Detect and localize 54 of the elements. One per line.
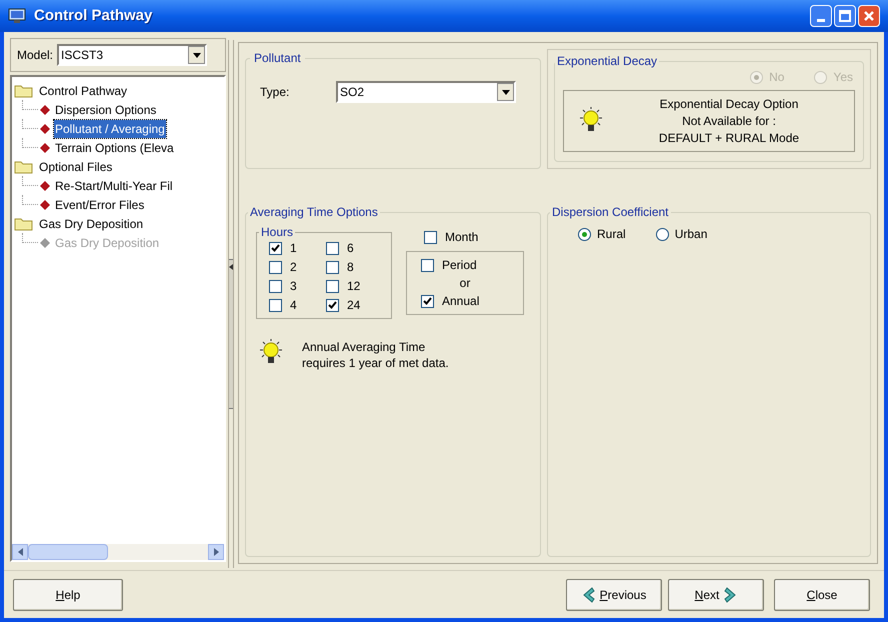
folder-icon: [14, 160, 34, 174]
checkbox[interactable]: 1: [269, 239, 326, 257]
checkbox[interactable]: Annual: [421, 292, 509, 310]
checkbox[interactable]: Period: [421, 256, 509, 274]
pollutant-dropdown[interactable]: SO2: [336, 81, 516, 103]
tree-item[interactable]: Optional Files: [38, 158, 114, 176]
checkbox[interactable]: 6: [326, 239, 383, 257]
type-label: Type:: [260, 84, 290, 101]
scroll-right-icon: [214, 548, 218, 556]
checkbox[interactable]: 8: [326, 258, 383, 276]
tree-item[interactable]: Pollutant / Averaging: [54, 120, 166, 138]
dropdown-arrow-icon: [192, 52, 201, 58]
close-button[interactable]: Close: [774, 578, 870, 610]
collapse-left-icon: [229, 264, 233, 270]
previous-button[interactable]: Previous: [566, 578, 662, 610]
model-label: Model:: [17, 47, 54, 64]
scroll-left-icon: [18, 548, 22, 556]
checkbox[interactable]: 24: [326, 296, 383, 314]
checkmark-icon: [423, 297, 432, 305]
checkbox[interactable]: 3: [269, 277, 326, 295]
app-icon: [8, 8, 26, 24]
scrollbar-thumb[interactable]: [28, 544, 108, 560]
dropdown-arrow-icon: [502, 90, 510, 94]
forward-chevron-icon: [723, 586, 738, 602]
tree-item[interactable]: Control Pathway: [38, 82, 128, 100]
checkbox[interactable]: 2: [269, 258, 326, 276]
back-chevron-icon: [582, 586, 596, 602]
tree-item[interactable]: Gas Dry Deposition: [38, 214, 144, 232]
folder-icon: [14, 84, 34, 98]
close-icon: [863, 10, 875, 22]
tree-item[interactable]: Re-Start/Multi-Year Fil: [54, 176, 174, 194]
checkbox[interactable]: Month: [424, 228, 478, 246]
folder-icon: [14, 216, 34, 230]
checkbox[interactable]: 12: [326, 277, 383, 295]
decay-note: Exponential Decay Option Not Available for : DEFAULT + RURAL Mode: [658, 96, 800, 146]
maximize-button[interactable]: [834, 5, 856, 27]
tree-item[interactable]: Terrain Options (Eleva: [54, 138, 175, 156]
checkmark-icon: [271, 244, 280, 252]
checkbox[interactable]: 4: [269, 296, 326, 314]
help-button[interactable]: Help: [13, 578, 123, 610]
diamond-icon: [40, 238, 50, 248]
radio-button[interactable]: Urban: [656, 225, 708, 243]
tree-item[interactable]: Dispersion Options: [54, 100, 158, 118]
horizontal-scrollbar[interactable]: [12, 544, 224, 560]
or-label: or: [460, 275, 470, 292]
window-title: Control Pathway: [34, 6, 154, 26]
close-button[interactable]: [858, 5, 880, 27]
model-dropdown[interactable]: ISCST3: [57, 44, 208, 66]
averaging-note: Annual Averaging Time requires 1 year of met data.: [302, 339, 449, 371]
minimize-button[interactable]: [810, 5, 832, 27]
checkmark-icon: [328, 301, 337, 309]
tree-item[interactable]: Event/Error Files: [54, 196, 146, 214]
radio-button[interactable]: Rural: [578, 225, 626, 243]
next-button[interactable]: Next: [668, 578, 764, 610]
